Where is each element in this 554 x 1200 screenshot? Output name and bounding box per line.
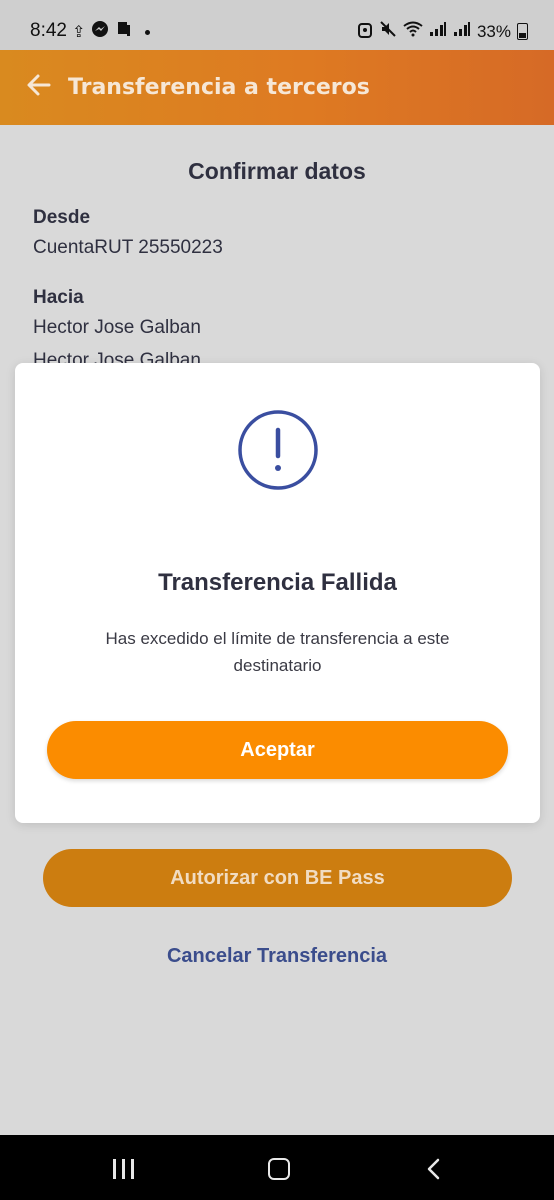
mute-icon: [379, 20, 397, 43]
from-value: CuentaRUT 25550223: [33, 237, 223, 258]
error-modal: Transferencia Fallida Has excedido el lí…: [15, 363, 540, 823]
more-notifications-dot: [145, 30, 151, 35]
status-bar: 8:42 ⇪ 33%: [0, 0, 554, 50]
exclamation-circle-icon: [236, 408, 320, 492]
to-name: Hector Jose Galban: [33, 317, 201, 338]
signal-icon: [453, 21, 471, 42]
home-icon[interactable]: [268, 1158, 290, 1180]
accept-button[interactable]: Aceptar: [47, 721, 508, 779]
upload-icon: ⇪: [72, 23, 86, 41]
recents-icon[interactable]: [113, 1159, 137, 1179]
status-time: 8:42: [30, 20, 67, 41]
status-notification-icons: ⇪: [72, 20, 151, 45]
notification-icon: [115, 20, 133, 45]
system-nav-bar: [0, 1135, 554, 1200]
wifi-icon: [403, 21, 423, 42]
alarm-icon: [357, 20, 373, 43]
messenger-icon: [91, 20, 109, 45]
header-title: Transferencia a terceros: [68, 75, 370, 100]
modal-message: Has excedido el límite de transferencia …: [105, 629, 450, 675]
from-label: Desde: [33, 207, 91, 228]
authorize-be-pass-button[interactable]: Autorizar con BE Pass: [43, 849, 512, 907]
arrow-left-icon[interactable]: [24, 70, 54, 100]
app-header: Transferencia a terceros: [0, 50, 554, 125]
back-icon[interactable]: [424, 1157, 444, 1181]
signal-icon: [429, 21, 447, 42]
status-system-icons: 33%: [357, 20, 528, 43]
battery-icon: [517, 23, 528, 40]
modal-title: Transferencia Fallida: [158, 569, 397, 596]
confirm-title: Confirmar datos: [188, 158, 366, 184]
battery-percentage: 33%: [476, 21, 511, 41]
cancel-transfer-link[interactable]: Cancelar Transferencia: [0, 945, 554, 968]
to-label: Hacia: [33, 287, 84, 308]
